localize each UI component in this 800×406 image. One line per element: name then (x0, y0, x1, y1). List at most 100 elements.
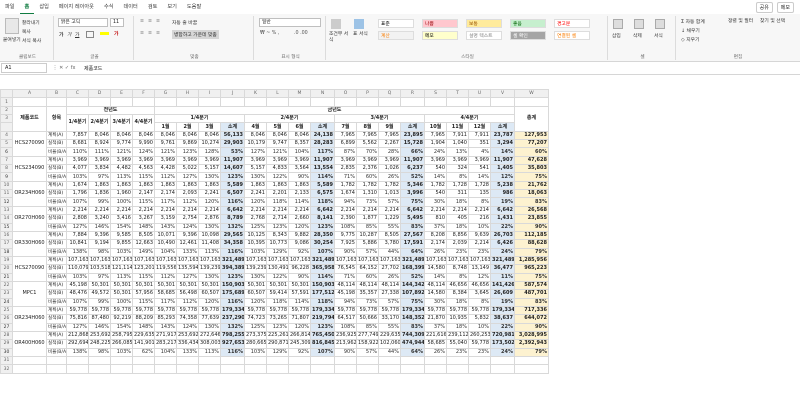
data-cell[interactable]: 90% (514, 222, 549, 232)
data-cell[interactable]: 123% (310, 222, 335, 232)
data-cell[interactable]: 148% (132, 322, 155, 332)
data-cell[interactable]: 587,574 (514, 280, 549, 291)
data-cell[interactable]: 37% (424, 322, 447, 332)
data-cell[interactable]: 114% (288, 197, 311, 207)
data-cell[interactable]: 5,495 (400, 214, 425, 224)
header-quarter[interactable]: 1/4분기 (154, 114, 245, 124)
data-cell[interactable]: 2,714 (266, 214, 289, 224)
font-name-select[interactable]: 맑은 고딕 (58, 18, 108, 27)
data-cell[interactable]: 143% (154, 222, 177, 232)
data-cell[interactable]: 9,086 (288, 239, 311, 249)
data-cell[interactable]: 127% (244, 147, 267, 157)
column-header[interactable]: M (288, 89, 311, 99)
header-prev-quarter[interactable]: 1/4분기 (66, 114, 89, 132)
data-cell[interactable]: 139,239 (244, 264, 267, 274)
data-cell[interactable]: 50,301 (266, 280, 289, 291)
align-top-icon[interactable]: ≡ (140, 19, 144, 24)
data-cell[interactable]: 8,046 (244, 130, 267, 141)
header-prev-quarter[interactable]: 2/4분기 (88, 114, 111, 132)
cell[interactable] (88, 364, 111, 374)
row-item-label[interactable]: 비율(B/A) (46, 222, 67, 232)
data-cell[interactable]: 8,748 (446, 264, 469, 274)
cell[interactable] (468, 97, 491, 107)
data-cell[interactable]: 2,214 (468, 239, 491, 249)
row-header[interactable]: 18 (0, 247, 13, 257)
data-cell[interactable]: 365,958 (310, 264, 335, 274)
data-cell[interactable]: 34,358 (220, 239, 245, 249)
data-cell[interactable]: 123,201 (132, 264, 155, 274)
data-cell[interactable]: 2,660 (288, 214, 311, 224)
header-month[interactable]: 6월 (288, 122, 311, 132)
data-cell[interactable]: 10,490 (154, 239, 177, 249)
data-cell[interactable]: 798,255 (220, 330, 245, 341)
data-cell[interactable]: 120% (288, 222, 311, 232)
data-cell[interactable]: 154% (110, 222, 133, 232)
data-cell[interactable]: 59,778 (468, 339, 491, 349)
data-cell[interactable]: 2,392,943 (514, 339, 549, 349)
data-cell[interactable]: 8,046 (198, 130, 221, 141)
conditional-format-button[interactable]: 조건부 서식 (329, 32, 351, 44)
data-cell[interactable]: 8,357 (288, 139, 311, 149)
cell[interactable] (424, 364, 447, 374)
data-cell[interactable]: 3,969 (176, 155, 199, 166)
data-cell[interactable]: 79% (514, 247, 549, 257)
data-cell[interactable]: 321,489 (490, 255, 515, 266)
data-cell[interactable]: 112% (176, 197, 199, 207)
column-header[interactable]: B (46, 89, 67, 99)
cell[interactable] (468, 355, 491, 366)
data-cell[interactable]: 48,114 (356, 280, 379, 291)
column-header[interactable]: U (468, 89, 491, 99)
data-cell[interactable]: 83% (514, 297, 549, 307)
data-cell[interactable]: 8,924 (88, 139, 111, 149)
data-cell[interactable]: 260,253 (468, 330, 491, 341)
cell[interactable] (66, 355, 89, 366)
cell[interactable] (46, 364, 67, 374)
cell[interactable] (66, 97, 89, 107)
data-cell[interactable]: 150,903 (220, 280, 245, 291)
data-cell[interactable]: 3,028,995 (514, 330, 549, 341)
data-cell[interactable]: 117% (154, 197, 177, 207)
data-cell[interactable]: 44% (378, 247, 401, 257)
data-cell[interactable]: 2,214 (424, 205, 447, 216)
cell[interactable] (132, 355, 155, 366)
data-cell[interactable]: 114% (310, 272, 335, 282)
data-cell[interactable]: 107,163 (446, 255, 469, 266)
data-cell[interactable]: 321,489 (400, 255, 425, 266)
header-prev-year[interactable]: 전년도 (66, 105, 155, 116)
data-cell[interactable]: 114% (288, 297, 311, 307)
data-cell[interactable]: 120% (198, 297, 221, 307)
data-cell[interactable]: 9,869 (176, 139, 199, 149)
data-cell[interactable]: 128% (198, 147, 221, 157)
insert-button[interactable]: 삽입 (612, 32, 621, 39)
data-cell[interactable]: 53% (220, 147, 245, 157)
data-cell[interactable]: 99% (88, 297, 111, 307)
header-subtotal[interactable]: 소계 (220, 122, 245, 132)
data-cell[interactable]: 37% (424, 222, 447, 232)
data-cell[interactable]: 24,138 (310, 130, 335, 141)
data-cell[interactable]: 2,876 (198, 214, 221, 224)
row-item-label[interactable]: 비율(B/A) (46, 197, 67, 207)
data-cell[interactable]: 1,863 (244, 180, 267, 191)
data-cell[interactable]: 57,591 (288, 289, 311, 299)
column-header[interactable]: H (176, 89, 199, 99)
data-cell[interactable]: 14% (490, 147, 515, 157)
cell[interactable] (310, 364, 335, 374)
data-cell[interactable]: 59,778 (468, 305, 491, 316)
currency-icon[interactable]: ₩ ~ % , (260, 31, 279, 36)
data-cell[interactable]: 115% (132, 197, 155, 207)
data-cell[interactable]: 1,674 (66, 180, 89, 191)
data-cell[interactable]: 23,855 (514, 214, 549, 224)
align-center-icon[interactable]: ≡ (148, 31, 152, 36)
data-cell[interactable]: 144,342 (400, 280, 425, 291)
data-cell[interactable]: 1,040 (446, 139, 469, 149)
header-month[interactable]: 12월 (468, 122, 491, 132)
data-cell[interactable]: 225,261 (266, 330, 289, 341)
data-cell[interactable]: 107% (66, 297, 89, 307)
data-cell[interactable]: 116% (220, 197, 245, 207)
column-header[interactable]: L (266, 89, 289, 99)
data-cell[interactable]: 50,301 (88, 280, 111, 291)
data-cell[interactable]: 108% (334, 322, 357, 332)
data-cell[interactable]: 83% (400, 222, 425, 232)
data-cell[interactable]: 90% (334, 247, 357, 257)
data-cell[interactable]: 3,416 (110, 214, 133, 224)
